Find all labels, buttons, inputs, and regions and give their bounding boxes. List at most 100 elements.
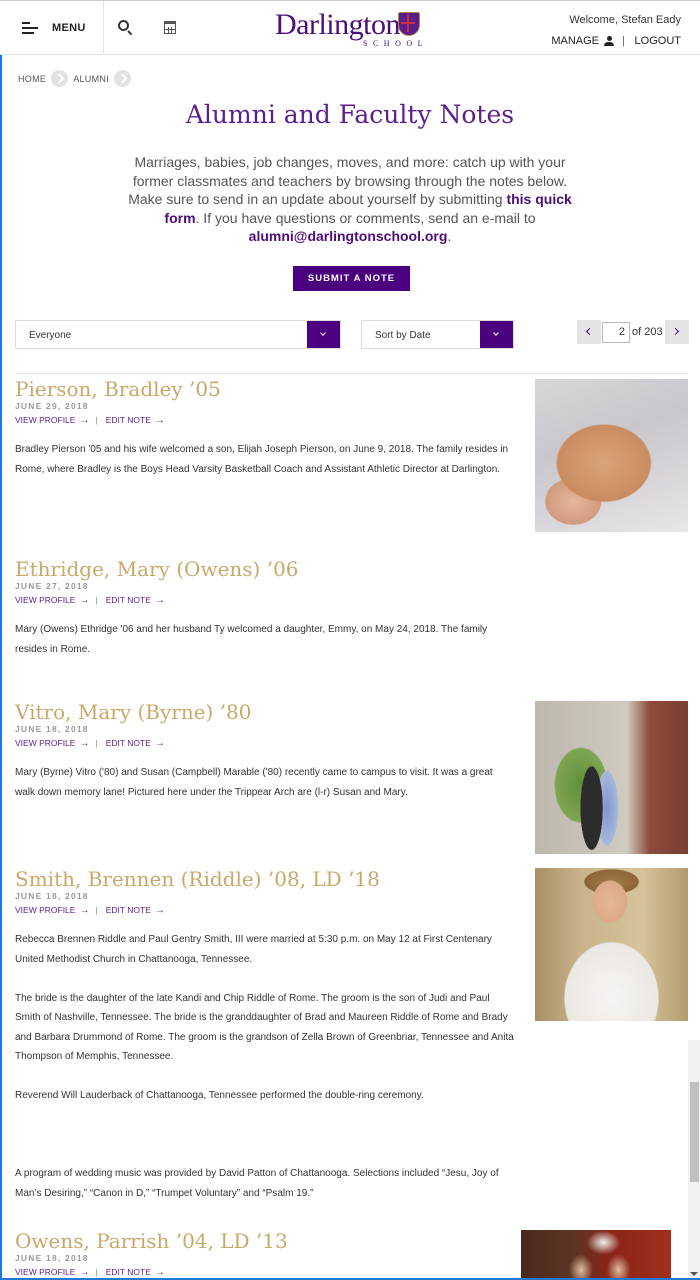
note-photo-wedding[interactable] [521,1230,671,1280]
note-name: Smith, Brennen (Riddle) ’08, LD ’18 [15,867,380,891]
note-date: JUNE 18, 2018 [15,891,89,901]
search-icon[interactable] [118,20,134,36]
note-item: Smith, Brennen (Riddle) ’08, LD ’18 JUNE… [15,867,515,1203]
note-links: VIEW PROFILE → | EDIT NOTE → [15,415,515,426]
note-paragraph: Mary (Owens) Ethridge '06 and her husban… [15,624,488,655]
note-date: JUNE 27, 2018 [15,581,89,591]
sort-value: Sort by Date [375,330,431,341]
arrow-right-icon: → [154,1267,165,1278]
crest-icon [398,12,420,36]
note-paragraph [15,1125,515,1145]
intro-text: Marriages, babies, job changes, moves, a… [115,153,585,246]
welcome-text: Welcome, Stefan Eady [569,14,681,26]
calendar-icon[interactable] [164,21,176,34]
page-number-input[interactable] [602,321,630,343]
note-paragraph: A program of wedding music was provided … [15,1168,499,1199]
link-separator: | [95,1267,98,1277]
arrow-right-icon: → [154,595,165,606]
arrow-right-icon: → [79,738,90,749]
prev-page-button[interactable] [577,320,601,344]
arrow-right-icon: → [79,905,90,916]
breadcrumb: HOME ALUMNI [18,70,136,87]
view-profile-link[interactable]: VIEW PROFILE [15,905,75,916]
note-body: Bradley Pierson '05 and his wife welcome… [15,440,515,479]
note-item: Pierson, Bradley ’05 JUNE 29, 2018 VIEW … [15,377,515,479]
view-profile-link[interactable]: VIEW PROFILE [15,738,75,749]
note-body: Mary (Owens) Ethridge '06 and her husban… [15,620,515,659]
note-links: VIEW PROFILE → | EDIT NOTE → [15,595,515,606]
arrow-right-icon: → [79,595,90,606]
arrow-right-icon: → [154,415,165,426]
note-date: JUNE 18, 2018 [15,724,89,734]
note-name: Pierson, Bradley ’05 [15,377,221,401]
note-body: Rebecca Brennen Riddle and Paul Gentry S… [15,930,515,1203]
sort-select[interactable]: Sort by Date [361,320,514,349]
note-photo-arch[interactable] [535,701,688,854]
link-separator: | [95,738,98,748]
note-photo-baby[interactable] [535,379,688,532]
note-paragraph: Reverend Will Lauderback of Chattanooga,… [15,1090,424,1101]
note-links: VIEW PROFILE → | EDIT NOTE → [15,905,515,916]
scroll-down-arrow-icon[interactable] [690,1272,698,1276]
manage-label: MANAGE [551,35,599,47]
note-date: JUNE 29, 2018 [15,401,89,411]
chevron-right-icon [114,70,132,87]
arrow-right-icon: → [79,1267,90,1278]
note-body: Mary (Byrne) Vitro ('80) and Susan (Camp… [15,763,515,802]
edit-note-link[interactable]: EDIT NOTE [106,905,151,916]
chevron-right-icon [51,70,69,87]
logo-subtext: SCHOOL [363,39,429,48]
note-date: JUNE 18, 2018 [15,1253,89,1263]
intro-part: Marriages, babies, job changes, moves, a… [128,154,568,207]
page-title: Alumni and Faculty Notes [185,100,515,129]
arrow-right-icon: → [154,738,165,749]
edit-note-link[interactable]: EDIT NOTE [106,415,151,426]
note-item: Vitro, Mary (Byrne) ’80 JUNE 18, 2018 VI… [15,700,515,802]
link-separator: | [95,415,98,425]
view-profile-link[interactable]: VIEW PROFILE [15,595,75,606]
edit-note-link[interactable]: EDIT NOTE [106,595,151,606]
note-name: Owens, Parrish ’04, LD ’13 [15,1229,288,1253]
link-separator: | [95,905,98,915]
page-count: of 203 [632,326,663,338]
logo-text: Darlington [275,8,400,41]
next-page-button[interactable] [664,320,689,344]
note-name: Ethridge, Mary (Owens) ’06 [15,557,299,581]
edit-note-link[interactable]: EDIT NOTE [106,738,151,749]
scrollbar[interactable] [688,1040,700,1280]
note-photo-bride[interactable] [535,868,688,1021]
chevron-down-icon [307,321,340,348]
pagination: of 203 [577,320,689,344]
menu-label: MENU [52,22,86,34]
note-name: Vitro, Mary (Byrne) ’80 [15,700,252,724]
hamburger-icon [22,22,38,34]
manage-link[interactable]: MANAGE [551,35,614,47]
breadcrumb-alumni[interactable]: ALUMNI [73,74,109,84]
note-paragraph: Bradley Pierson '05 and his wife welcome… [15,444,509,475]
note-paragraph: Rebecca Brennen Riddle and Paul Gentry S… [15,934,492,965]
note-links: VIEW PROFILE → | EDIT NOTE → [15,1267,515,1278]
menu-button[interactable]: MENU [0,1,104,55]
window-edge [0,0,2,1280]
intro-part: . If you have questions or comments, sen… [195,209,536,226]
note-item: Owens, Parrish ’04, LD ’13 JUNE 18, 2018… [15,1229,515,1278]
breadcrumb-home[interactable]: HOME [18,74,46,84]
site-header: MENU Darlington SCHOOL Welcome, Stefan E… [0,0,700,55]
logo[interactable]: Darlington SCHOOL [275,9,425,51]
intro-part: . [447,228,452,244]
submit-note-button[interactable]: SUBMIT A NOTE [293,266,410,291]
logout-link[interactable]: LOGOUT [635,35,681,47]
note-paragraph: The bride is the daughter of the late Ka… [15,992,514,1063]
scrollbar-thumb[interactable] [690,1082,699,1182]
alumni-email-link[interactable]: alumni@darlingtonschool.org [249,228,448,244]
arrow-right-icon: → [154,905,165,916]
audience-select[interactable]: Everyone [15,320,341,349]
divider [15,373,688,374]
view-profile-link[interactable]: VIEW PROFILE [15,415,75,426]
arrow-right-icon: → [79,415,90,426]
audience-value: Everyone [29,330,72,341]
chevron-down-icon [480,321,513,348]
note-item: Ethridge, Mary (Owens) ’06 JUNE 27, 2018… [15,557,515,659]
edit-note-link[interactable]: EDIT NOTE [106,1267,151,1278]
view-profile-link[interactable]: VIEW PROFILE [15,1267,75,1278]
